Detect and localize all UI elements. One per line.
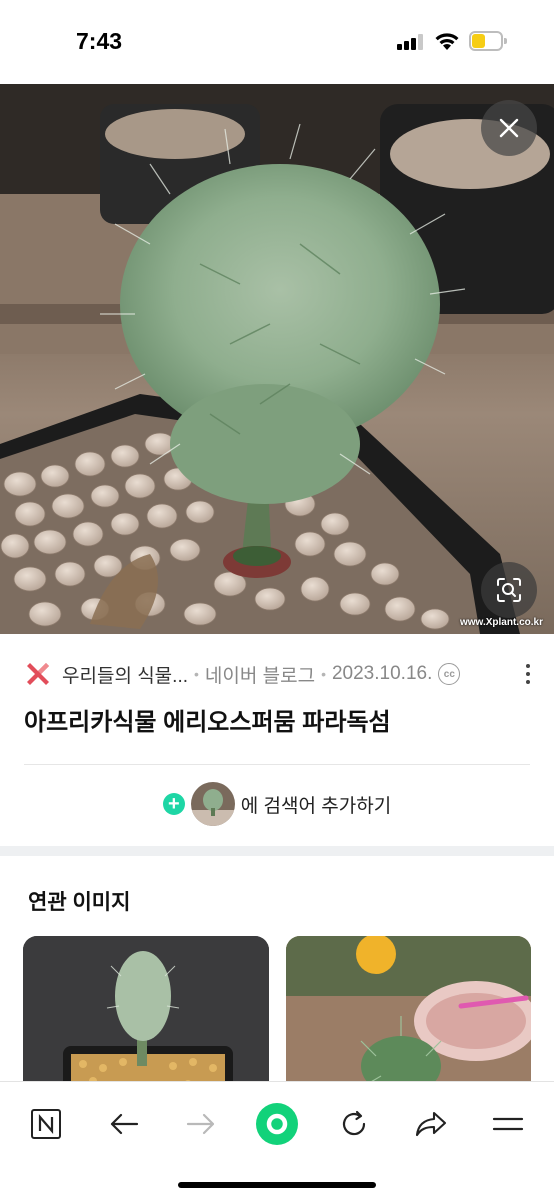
battery-icon: [469, 31, 507, 51]
image-search-icon: [497, 578, 521, 602]
source-type: 네이버 블로그: [204, 665, 316, 687]
main-photo[interactable]: [0, 84, 554, 634]
thumbnail-avatar: [190, 782, 235, 826]
image-title[interactable]: 아프리카식물 에리오스퍼뭄 파라독섬: [24, 702, 391, 737]
section-divider: [0, 846, 554, 856]
image-search-button[interactable]: [481, 562, 537, 618]
menu-button[interactable]: [484, 1100, 532, 1148]
source-logo: [24, 660, 52, 688]
menu-icon: [492, 1117, 524, 1131]
separator-dot: •: [321, 666, 326, 682]
add-search-label: 에 검색어 추가하기: [240, 795, 392, 817]
share-button[interactable]: [407, 1100, 455, 1148]
share-icon: [415, 1111, 447, 1137]
divider: [24, 764, 530, 765]
plus-icon: +: [162, 793, 185, 815]
source-name[interactable]: 우리들의 식물...: [62, 661, 188, 688]
green-dot-button[interactable]: [253, 1100, 301, 1148]
back-button[interactable]: [100, 1100, 148, 1148]
related-images-heading: 연관 이미지: [28, 891, 131, 914]
naver-home-button[interactable]: [22, 1100, 70, 1148]
add-search-term-button[interactable]: + 에 검색어 추가하기: [0, 780, 554, 828]
cc-license-icon: cc: [438, 663, 461, 685]
close-button[interactable]: [481, 100, 537, 156]
source-row[interactable]: 우리들의 식물... • 네이버 블로그 • 2023.10.16. cc: [24, 656, 534, 692]
wifi-icon: [434, 31, 460, 51]
status-time: 7:43: [76, 28, 123, 54]
back-icon: [110, 1113, 139, 1135]
cellular-signal-icon: [397, 34, 425, 50]
forward-button[interactable]: [177, 1100, 225, 1148]
status-bar: 7:43: [0, 0, 554, 84]
refresh-button[interactable]: [330, 1100, 378, 1148]
separator-dot: •: [194, 666, 199, 682]
more-options-icon[interactable]: [518, 660, 538, 688]
refresh-icon: [342, 1110, 366, 1136]
green-dot-icon: [256, 1103, 298, 1145]
forward-icon: [186, 1113, 215, 1135]
photo-watermark: www.Xplant.co.kr: [460, 617, 543, 628]
post-date: 2023.10.16.: [331, 663, 433, 684]
naver-home-icon: [31, 1109, 61, 1139]
close-icon: [499, 118, 519, 138]
home-indicator: [178, 1182, 376, 1188]
